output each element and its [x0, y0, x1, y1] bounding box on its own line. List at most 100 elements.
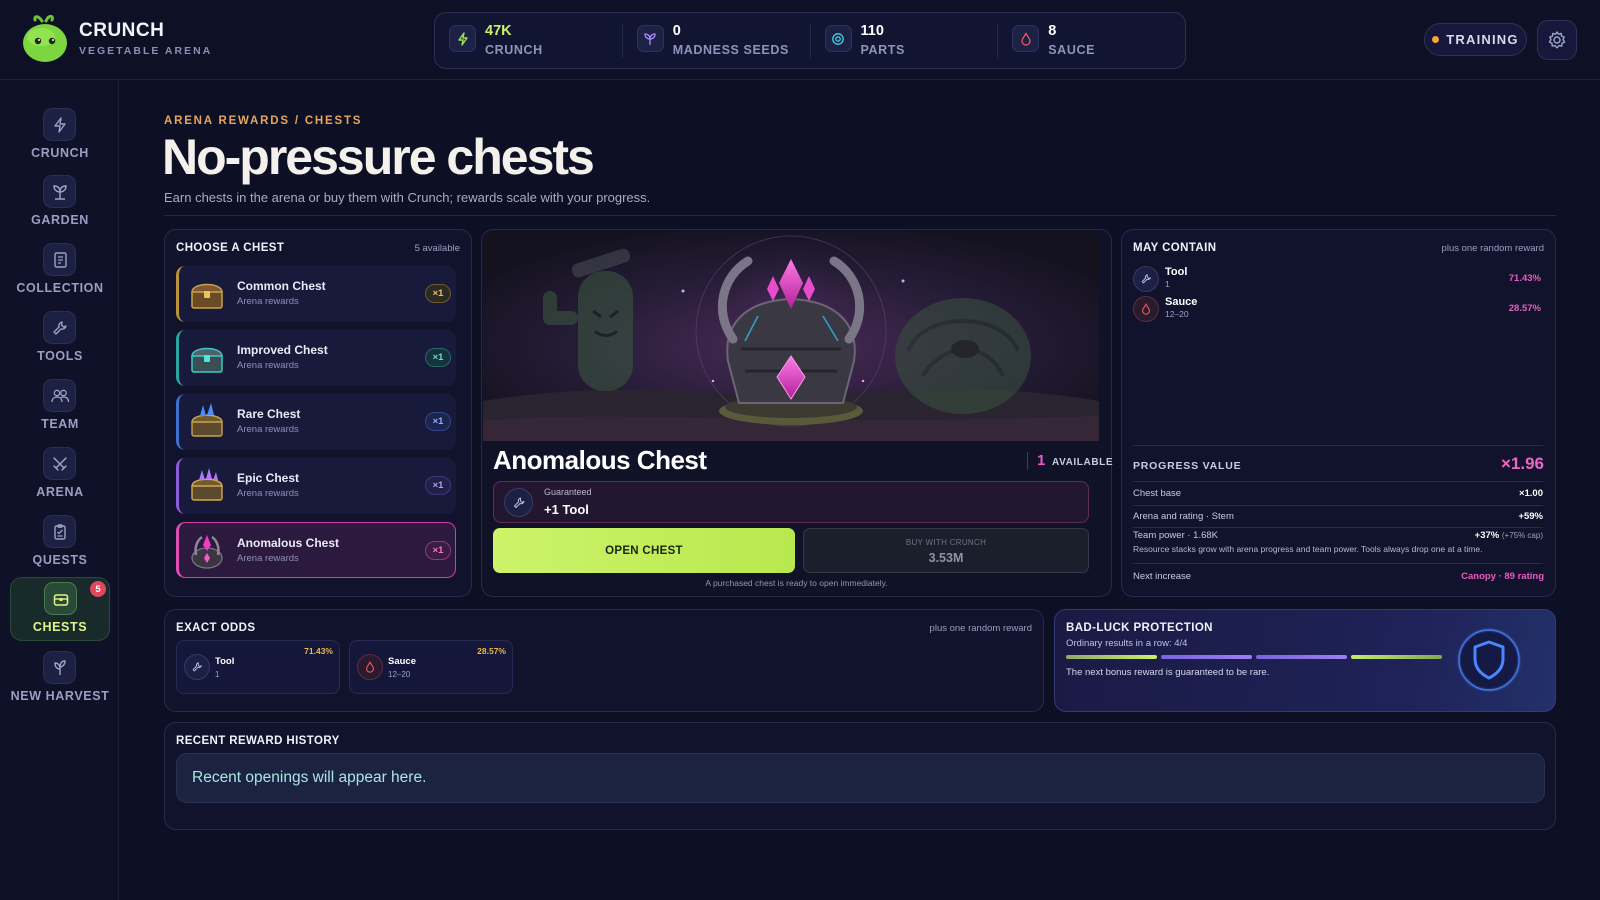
panel-note: plus one random reward	[1441, 243, 1544, 254]
sidebar-item-crunch[interactable]: CRUNCH	[10, 104, 110, 166]
odds-name: Sauce	[388, 656, 416, 667]
status-dot	[1432, 36, 1440, 43]
resource-sauce[interactable]: 8 SAUCE	[998, 23, 1185, 58]
divider	[1133, 527, 1543, 528]
drop-icon	[1012, 25, 1040, 52]
chest-source: Arena rewards	[237, 360, 299, 371]
sidebar-item-label: TOOLS	[37, 349, 83, 363]
tool-icon	[504, 488, 533, 517]
reward-row-sauce: Sauce 12–20 28.57%	[1133, 296, 1541, 322]
divider	[164, 215, 1557, 216]
progress-row-cap: (+75% cap)	[1501, 531, 1543, 540]
chest-name: Improved Chest	[237, 343, 328, 357]
chest-detail-panel: Anomalous Chest 1 AVAILABLE Guaranteed +…	[481, 229, 1114, 597]
chest-row-improved[interactable]: Improved Chest Arena rewards ×1	[176, 330, 456, 386]
odds-chance: 71.43%	[304, 646, 333, 656]
sidebar-item-tools[interactable]: TOOLS	[10, 307, 110, 369]
drop-icon	[1133, 296, 1159, 322]
progress-value-title: PROGRESS VALUE	[1133, 460, 1242, 472]
sidebar-item-chests[interactable]: 5 CHESTS	[10, 577, 110, 641]
available-label: AVAILABLE	[1052, 457, 1114, 468]
resource-parts[interactable]: 110 PARTS	[811, 23, 999, 58]
sidebar-item-label: CHESTS	[32, 620, 88, 634]
resource-madness-seeds[interactable]: 0 MADNESS SEEDS	[623, 23, 811, 58]
resource-bar: 47K CRUNCH 0 MADNESS SEEDS 110 PARTS 8 S…	[434, 12, 1186, 69]
reward-name: Tool	[1165, 266, 1188, 278]
guaranteed-label: Guaranteed	[544, 487, 592, 497]
progress-row-label: Team power · 1.68K	[1133, 530, 1219, 541]
sidebar-item-label: CRUNCH	[31, 146, 89, 160]
sidebar-item-collection[interactable]: COLLECTION	[10, 239, 110, 301]
odds-name: Tool	[215, 656, 235, 667]
training-button[interactable]: TRAINING	[1424, 23, 1527, 56]
guaranteed-reward: Guaranteed +1 Tool	[493, 481, 1089, 523]
sidebar-item-quests[interactable]: QUESTS	[10, 511, 110, 573]
chest-icon	[44, 582, 77, 615]
sidebar-item-label: NEW HARVEST	[10, 689, 110, 703]
rare-chest-icon	[191, 403, 223, 437]
history-empty-message: Recent openings will appear here.	[192, 769, 427, 786]
sidebar: CRUNCH GARDEN COLLECTION TOOLS TEAM AREN…	[0, 80, 119, 900]
gear-icon	[1548, 31, 1566, 49]
notification-badge: 5	[90, 581, 106, 597]
lightning-icon	[449, 25, 476, 52]
chest-count-badge: ×1	[425, 476, 451, 495]
chest-name: Anomalous Chest	[237, 536, 340, 550]
top-bar: CRUNCH VEGETABLE ARENA 47K CRUNCH 0 MADN…	[0, 0, 1600, 80]
resource-label: CRUNCH	[485, 43, 543, 57]
bad-luck-protection-panel: BAD-LUCK PROTECTION Ordinary results in …	[1054, 609, 1556, 712]
chest-artwork	[483, 231, 1099, 441]
sidebar-item-new-harvest[interactable]: NEW HARVEST	[10, 647, 110, 709]
app-subtitle: VEGETABLE ARENA	[79, 45, 213, 57]
divider	[1027, 452, 1028, 470]
chest-count-badge: ×1	[425, 541, 451, 560]
page-subtitle: Earn chests in the arena or buy them wit…	[164, 190, 651, 205]
odds-quantity: 1	[215, 670, 220, 679]
odds-chance: 28.57%	[477, 646, 506, 656]
resource-value: 110	[860, 23, 884, 39]
chest-source: Arena rewards	[237, 424, 299, 435]
open-chest-button[interactable]: OPEN CHEST	[493, 528, 795, 573]
available-count: 1	[1037, 452, 1046, 469]
sidebar-item-team[interactable]: TEAM	[10, 375, 110, 437]
odds-card-sauce: Sauce 12–20 28.57%	[349, 640, 513, 694]
chest-name: Rare Chest	[237, 407, 301, 421]
drop-icon	[357, 654, 383, 680]
chest-row-epic[interactable]: Epic Chest Arena rewards ×1	[176, 458, 456, 514]
resource-crunch[interactable]: 47K CRUNCH	[435, 23, 623, 58]
bad-luck-counter: Ordinary results in a row: 4/4	[1066, 638, 1188, 649]
progress-segment	[1161, 655, 1252, 659]
sidebar-item-arena[interactable]: ARENA	[10, 443, 110, 505]
lightning-icon	[43, 108, 76, 141]
reward-history-panel: RECENT REWARD HISTORY Recent openings wi…	[164, 722, 1556, 830]
breadcrumb: ARENA REWARDS / CHESTS	[164, 115, 363, 127]
reward-chance: 71.43%	[1508, 273, 1541, 284]
reward-name: Sauce	[1165, 296, 1198, 308]
resource-value: 47K	[485, 23, 512, 39]
guaranteed-value: +1 Tool	[544, 502, 589, 517]
buy-with-crunch-button[interactable]: BUY WITH CRUNCH 3.53M	[803, 528, 1089, 573]
chest-row-anomalous[interactable]: Anomalous Chest Arena rewards ×1	[176, 522, 456, 578]
bad-luck-note: The next bonus reward is guaranteed to b…	[1066, 667, 1270, 678]
chest-row-common[interactable]: Common Chest Arena rewards ×1	[176, 266, 456, 322]
chest-row-rare[interactable]: Rare Chest Arena rewards ×1	[176, 394, 456, 450]
panel-title: MAY CONTAIN	[1133, 242, 1217, 254]
progress-segment	[1351, 655, 1442, 659]
settings-button[interactable]	[1537, 20, 1577, 60]
progress-row-value: +37% (+75% cap)	[1475, 530, 1543, 541]
buy-price: 3.53M	[928, 551, 964, 565]
progress-segment	[1256, 655, 1347, 659]
sidebar-item-label: TEAM	[41, 417, 79, 431]
book-icon	[43, 243, 76, 276]
divider	[1133, 563, 1543, 564]
resource-value: 8	[1048, 23, 1057, 39]
crossed-swords-icon	[43, 447, 76, 480]
may-contain-panel: MAY CONTAIN plus one random reward Tool …	[1121, 229, 1556, 597]
gear-target-icon	[824, 25, 852, 52]
purchase-note: A purchased chest is ready to open immed…	[705, 578, 888, 588]
chest-list-panel: CHOOSE A CHEST 5 available Common Chest …	[164, 229, 472, 597]
chest-name: Epic Chest	[237, 471, 300, 485]
reward-chance: 28.57%	[1508, 303, 1541, 314]
sidebar-item-garden[interactable]: GARDEN	[10, 171, 110, 233]
common-chest-icon	[191, 283, 223, 309]
